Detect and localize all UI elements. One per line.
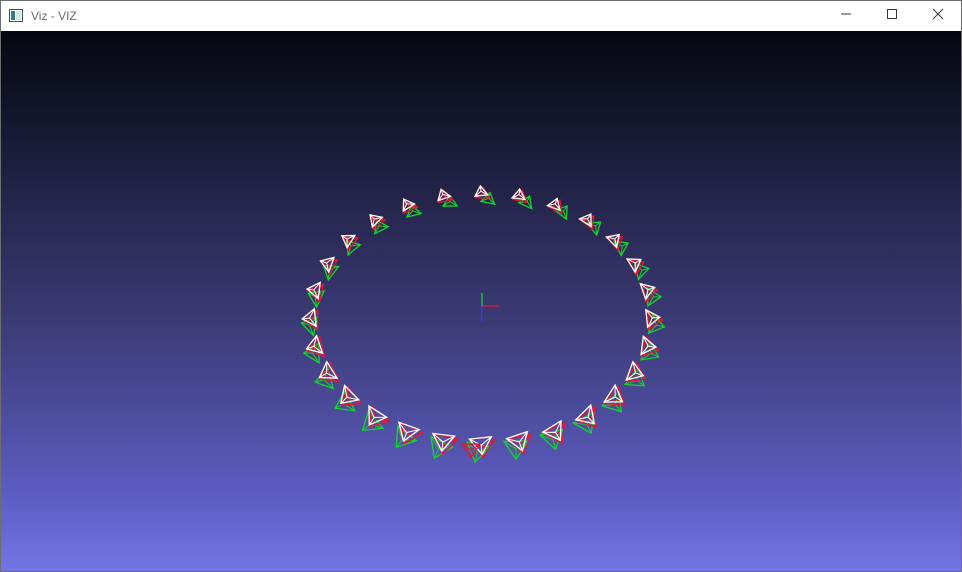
minimize-button[interactable] xyxy=(823,1,869,31)
camera-pose-group xyxy=(578,212,602,237)
camera-pose-group xyxy=(430,432,460,460)
camera-pose-group xyxy=(314,360,341,390)
camera-pose-group xyxy=(623,360,647,387)
camera-pose-group xyxy=(473,184,496,206)
close-icon xyxy=(932,7,944,25)
camera-pose-group xyxy=(502,430,533,461)
camera-pose-group xyxy=(600,383,626,413)
reference-camera-frustum xyxy=(571,411,595,435)
window-title: Viz - VIZ xyxy=(31,9,77,23)
camera-pose-group xyxy=(334,384,363,412)
viz-app-icon xyxy=(9,9,23,22)
camera-pose-group xyxy=(546,197,568,221)
camera-pose-group xyxy=(645,308,666,335)
minimize-icon xyxy=(840,7,852,25)
maximize-icon xyxy=(886,7,898,25)
camera-pose-group xyxy=(402,198,423,218)
world-axes xyxy=(480,293,499,322)
camera-pose-group xyxy=(465,436,497,464)
close-button[interactable] xyxy=(915,1,961,31)
camera-pose-group xyxy=(340,234,362,257)
title-bar[interactable]: Viz - VIZ xyxy=(1,1,961,31)
camera-pose-group xyxy=(300,307,319,337)
estimated-camera-frustum xyxy=(403,199,419,215)
camera-pose-group xyxy=(361,404,391,432)
camera-pose-group xyxy=(305,281,326,309)
camera-pose-group xyxy=(538,419,566,451)
viz-window: Viz - VIZ xyxy=(0,0,962,572)
camera-pose-group xyxy=(510,187,533,210)
camera-trajectory-scene xyxy=(300,184,666,464)
camera-pose-group xyxy=(605,233,630,257)
camera-pose-group xyxy=(369,213,390,235)
camera-pose-group xyxy=(319,256,340,282)
camera-pose-group xyxy=(437,188,459,207)
camera-pose-group xyxy=(639,334,660,361)
camera-pose-group xyxy=(395,421,424,449)
camera-pose-group xyxy=(302,334,326,365)
reference-camera-frustum xyxy=(600,390,622,413)
reference-camera-frustum xyxy=(395,424,418,449)
camera-pose-group xyxy=(639,282,663,308)
estimated-camera-frustum xyxy=(342,236,360,252)
maximize-button[interactable] xyxy=(869,1,915,31)
camera-pose-group xyxy=(571,403,597,435)
camera-pose-group xyxy=(625,258,650,281)
3d-viewport[interactable] xyxy=(1,31,961,571)
axis-z xyxy=(480,305,483,322)
reference-camera-frustum xyxy=(553,205,568,221)
ground-truth-camera-frustum xyxy=(541,419,562,442)
